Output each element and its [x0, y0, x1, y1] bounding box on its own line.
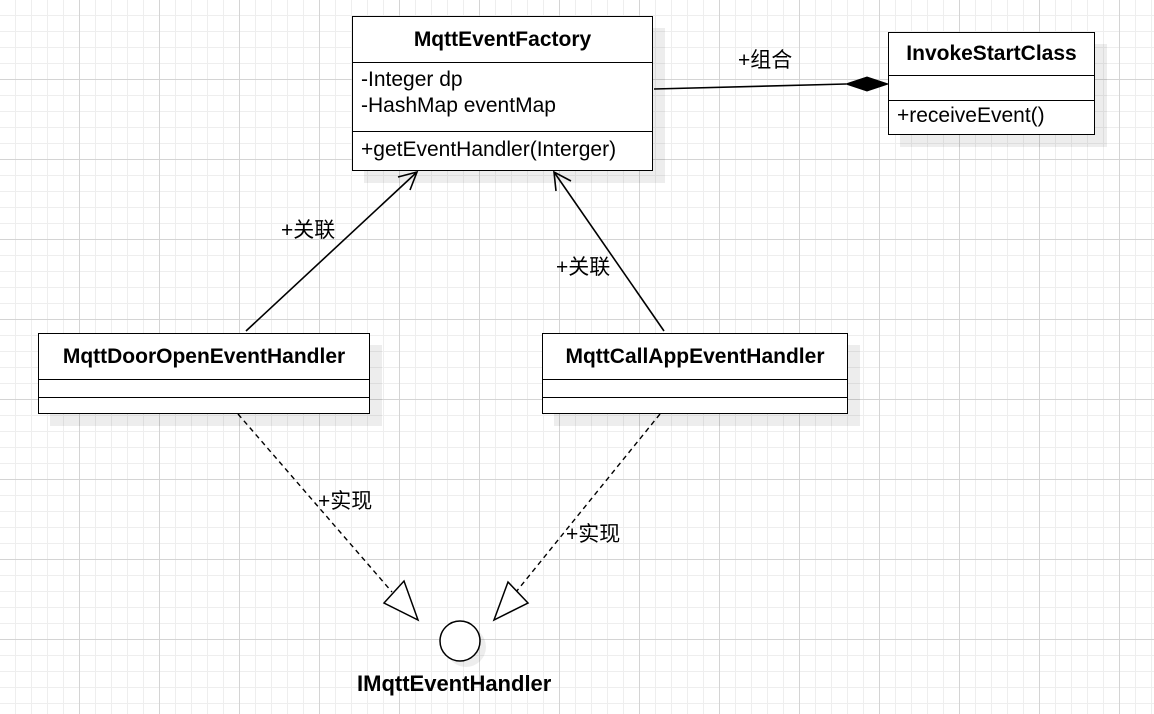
realization-left-arrowhead: [382, 579, 420, 622]
class-name: InvokeStartClass: [889, 33, 1094, 76]
attributes-compartment: [39, 380, 369, 398]
realization-right-arrowhead: [492, 580, 530, 622]
methods-compartment: [39, 398, 369, 413]
association-left-line: [245, 171, 418, 332]
attribute-item: -HashMap eventMap: [361, 94, 556, 117]
interface-circle: [439, 620, 481, 662]
methods-compartment: +receiveEvent(): [889, 101, 1094, 133]
class-name: MqttEventFactory: [353, 17, 652, 63]
realization-right-line: [515, 413, 661, 593]
methods-compartment: [543, 398, 847, 413]
class-name: MqttCallAppEventHandler: [543, 334, 847, 380]
class-invoke-start-class[interactable]: InvokeStartClass +receiveEvent(): [888, 32, 1095, 135]
method-item: +getEventHandler(Interger): [361, 138, 617, 161]
interface-label: IMqttEventHandler: [357, 671, 552, 696]
class-mqtt-door-open-event-handler[interactable]: MqttDoorOpenEventHandler: [38, 333, 370, 414]
attributes-compartment: [543, 380, 847, 398]
attribute-item: -Integer dp: [361, 68, 463, 91]
association-left-label: +关联: [281, 219, 336, 242]
attributes-compartment: [889, 76, 1094, 101]
composition-label: +组合: [738, 49, 793, 72]
composition-line: [653, 83, 847, 90]
association-right-label: +关联: [556, 256, 611, 279]
class-mqtt-event-factory[interactable]: MqttEventFactory -Integer dp -HashMap ev…: [352, 16, 653, 171]
class-name: MqttDoorOpenEventHandler: [39, 334, 369, 380]
realization-left-label: +实现: [318, 490, 373, 513]
method-item: +receiveEvent(): [897, 104, 1045, 127]
methods-compartment: +getEventHandler(Interger): [353, 132, 652, 169]
attributes-compartment: -Integer dp -HashMap eventMap: [353, 63, 652, 132]
realization-right-label: +实现: [566, 523, 621, 546]
composition-diamond: [844, 76, 890, 92]
class-mqtt-call-app-event-handler[interactable]: MqttCallAppEventHandler: [542, 333, 848, 414]
